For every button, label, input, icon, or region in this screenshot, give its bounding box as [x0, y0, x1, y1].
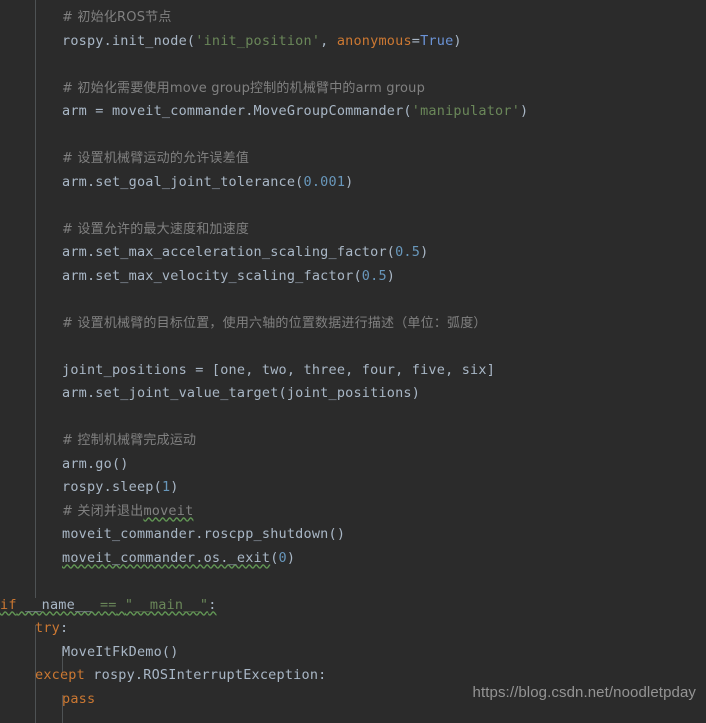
code-token: arm = moveit_commander.MoveGroupCommande… [62, 103, 412, 119]
code-token: 'manipulator' [411, 103, 521, 119]
code-token: __name__ [16, 596, 100, 613]
code-token: 0.001 [303, 173, 346, 190]
code-line[interactable]: # 控制机械臂完成运动 [0, 429, 706, 453]
code-token: arm.set_joint_value_target(joint_positio… [62, 385, 421, 401]
code-line[interactable]: if __name__ == "__main__": [0, 594, 706, 618]
code-token: ) [170, 479, 179, 495]
code-token: , [320, 32, 337, 49]
code-line[interactable]: # 设置允许的最大速度和加速度 [0, 218, 706, 242]
code-token: moveit [143, 502, 194, 519]
code-token: # 设置机械臂的目标位置，使用六轴的位置数据进行描述（单位：弧度） [62, 315, 487, 331]
code-line[interactable]: # 关闭并退出moveit [0, 500, 706, 524]
code-token: # 设置允许的最大速度和加速度 [62, 221, 250, 237]
code-line[interactable] [0, 53, 706, 77]
code-content[interactable]: # 初始化ROS节点 rospy.init_node('init_position… [0, 6, 706, 711]
code-token: 0.5 [361, 267, 387, 284]
code-token: ) [286, 549, 296, 566]
code-token: arm.set_max_velocity_scaling_factor( [62, 267, 362, 284]
code-token: 0 [278, 549, 287, 566]
code-token: arm.go() [62, 455, 129, 472]
code-token: MoveItFkDemo() [62, 643, 179, 660]
code-line[interactable] [0, 570, 706, 594]
code-line[interactable]: joint_positions = [one, two, three, four… [0, 359, 706, 383]
code-token: pass [62, 690, 96, 707]
code-line[interactable] [0, 335, 706, 359]
code-line[interactable]: # 初始化ROS节点 [0, 6, 706, 30]
code-line[interactable] [0, 288, 706, 312]
code-line[interactable]: moveit_commander.os._exit(0) [0, 547, 706, 571]
code-token: moveit_commander.roscpp_shutdown() [62, 526, 346, 542]
code-line[interactable] [0, 406, 706, 430]
code-token: rospy.ROSInterruptException: [84, 667, 327, 683]
code-token: except [35, 667, 85, 683]
code-line[interactable]: arm.set_goal_joint_tolerance(0.001) [0, 171, 706, 195]
code-token: 'init_position' [195, 32, 321, 49]
code-token: rospy.init_node( [62, 32, 196, 49]
code-line[interactable] [0, 194, 706, 218]
code-token: # 初始化ROS节点 [62, 10, 172, 25]
code-token: joint_positions = [one, two, three, four… [62, 361, 496, 378]
code-line[interactable]: MoveItFkDemo() [0, 641, 706, 665]
code-line[interactable]: # 初始化需要使用move group控制的机械臂中的arm group [0, 77, 706, 101]
code-line[interactable]: arm = moveit_commander.MoveGroupCommande… [0, 100, 706, 124]
code-line[interactable]: arm.set_max_velocity_scaling_factor(0.5) [0, 265, 706, 289]
code-line[interactable]: arm.set_joint_value_target(joint_positio… [0, 382, 706, 406]
code-line[interactable]: arm.set_max_acceleration_scaling_factor(… [0, 241, 706, 265]
code-token: # 关闭并退出 [62, 503, 144, 519]
code-token: = [411, 32, 421, 49]
code-token: "__main__" [124, 596, 209, 613]
code-token: ) [386, 267, 396, 284]
code-line[interactable]: # 设置机械臂运动的允许误差值 [0, 147, 706, 171]
code-token: ) [453, 32, 462, 49]
code-token: anonymous [336, 32, 412, 49]
code-token: : [59, 620, 69, 636]
code-line[interactable]: arm.go() [0, 453, 706, 477]
code-token: try [35, 620, 60, 636]
code-line[interactable]: except rospy.ROSInterruptException: [0, 664, 706, 688]
code-token: if [0, 596, 17, 613]
code-token: # 控制机械臂完成运动 [62, 433, 197, 448]
code-line[interactable]: try: [0, 617, 706, 641]
code-token: : [208, 596, 217, 613]
code-token: == [99, 596, 117, 613]
code-token: arm.set_max_acceleration_scaling_factor( [62, 244, 396, 260]
code-token: 0.5 [395, 244, 421, 260]
code-line[interactable]: rospy.init_node('init_position', anonymo… [0, 30, 706, 54]
code-token: rospy.sleep( [62, 479, 162, 495]
code-line[interactable]: pass [0, 688, 706, 712]
code-token: ) [520, 103, 529, 119]
code-line[interactable]: moveit_commander.roscpp_shutdown() [0, 523, 706, 547]
code-editor-canvas: # 初始化ROS节点 rospy.init_node('init_position… [0, 0, 706, 723]
code-line[interactable] [0, 124, 706, 148]
code-line[interactable]: # 设置机械臂的目标位置，使用六轴的位置数据进行描述（单位：弧度） [0, 312, 706, 336]
code-token: True [420, 32, 454, 49]
code-token: moveit_commander.os._exit [62, 549, 271, 566]
code-token: ) [345, 173, 354, 190]
code-line[interactable]: rospy.sleep(1) [0, 476, 706, 500]
code-token: arm.set_goal_joint_tolerance( [62, 173, 304, 190]
code-token: # 初始化需要使用move group控制的机械臂中的arm group [62, 80, 426, 96]
code-token: # 设置机械臂运动的允许误差值 [62, 151, 250, 166]
code-token: ) [420, 244, 429, 260]
code-token: ( [270, 549, 279, 566]
